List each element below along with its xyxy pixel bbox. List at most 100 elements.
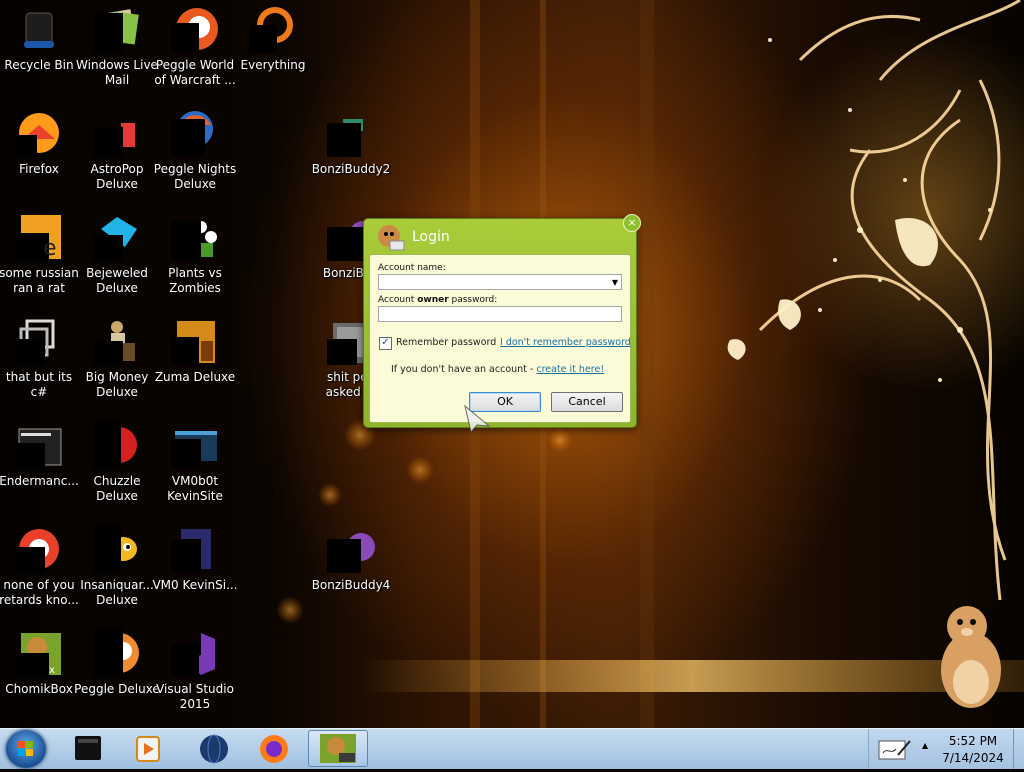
login-dialog: Login × Account name: ▼ Account owner pa… xyxy=(363,214,641,428)
svg-text:x: x xyxy=(49,665,55,676)
icon-label: AstroPop Deluxe xyxy=(90,162,144,191)
peggle-icon xyxy=(171,8,218,53)
account-name-combobox[interactable]: ▼ xyxy=(378,274,622,290)
desktop-icon-vm0-kevinsite[interactable]: VM0 KevinSi... xyxy=(152,520,238,620)
desktop-icon-peggle-nights[interactable]: Peggle Nights Deluxe xyxy=(154,104,236,204)
desktop-icon-bonzibuddy4[interactable]: BonziBuddy4 xyxy=(312,520,390,620)
desktop-icon-zuma[interactable]: Zuma Deluxe xyxy=(155,312,235,412)
desktop-icon-bonzibuddy2[interactable]: BonziBuddy2 xyxy=(312,104,390,204)
show-desktop-button[interactable] xyxy=(1013,729,1024,769)
chomikbox-icon xyxy=(320,734,356,763)
icon-label: Peggle Nights Deluxe xyxy=(153,162,237,191)
taskbar: ▲ 5:52 PM 7/14/2024 xyxy=(0,728,1024,769)
desktop-icon-that-but-its-csharp[interactable]: that but its c# xyxy=(0,312,78,412)
desktop-icon-visual-studio[interactable]: Visual Studio 2015 xyxy=(156,624,234,724)
handwriting-icon[interactable] xyxy=(878,737,912,761)
file-icon xyxy=(171,529,211,573)
icon-label: none of you retards kno... xyxy=(0,578,79,607)
remember-password-checkbox[interactable]: ✓ xyxy=(379,337,392,350)
remember-password-label: Remember password xyxy=(396,337,497,348)
no-account-text: If you don't have an account - create it… xyxy=(391,364,605,375)
icon-label: Endermanc... xyxy=(0,474,79,488)
desktop-icon-astropop[interactable]: AstroPop Deluxe xyxy=(78,104,156,204)
icon-label: Peggle World of Warcraft ... xyxy=(154,58,236,87)
folder-icon xyxy=(171,431,217,469)
icon-label: Recycle Bin xyxy=(4,58,74,72)
icon-label: Everything xyxy=(240,58,306,72)
bonzi-icon xyxy=(327,119,363,157)
start-orb-icon[interactable] xyxy=(6,730,46,768)
icon-label: Windows Live Mail xyxy=(76,58,158,87)
desktop-icon-big-money[interactable]: Big Money Deluxe xyxy=(78,312,156,412)
clock-date[interactable]: 7/14/2024 xyxy=(933,751,1013,765)
peggle-icon xyxy=(93,629,139,677)
desktop-icon-none-of-you[interactable]: none of you retards kno... xyxy=(0,520,79,620)
mail-icon xyxy=(93,9,139,53)
windows-logo xyxy=(18,741,33,756)
password-label: Account owner password: xyxy=(378,295,498,305)
icon-label: VM0b0t KevinSite xyxy=(167,474,223,503)
desktop-icon-insaniquarium[interactable]: Insaniquar... Deluxe xyxy=(78,520,156,620)
desktop-icon-everything[interactable]: Everything xyxy=(234,0,312,100)
desktop-icon-firefox[interactable]: Firefox xyxy=(0,104,78,204)
icon-label: VM0 KevinSi... xyxy=(152,578,238,592)
hamster-mascot xyxy=(941,606,1001,708)
desktop: Recycle Bin Firefox e some russian ran a… xyxy=(0,0,1024,728)
chuzzle-icon xyxy=(93,421,137,469)
show-hidden-icons-arrow[interactable]: ▲ xyxy=(922,741,928,750)
peggle-icon xyxy=(171,111,213,157)
shortcut-file-icon xyxy=(15,319,55,365)
icon-label: Peggle Deluxe xyxy=(74,682,160,696)
desktop-icon-chomikbox[interactable]: x ChomikBox xyxy=(0,624,78,724)
cancel-button[interactable]: Cancel xyxy=(551,392,623,412)
close-icon[interactable]: × xyxy=(623,214,641,232)
desktop-icon-peggle-wow[interactable]: Peggle World of Warcraft ... xyxy=(154,0,236,100)
icon-label: Plants vs Zombies xyxy=(168,266,222,295)
icon-label: Visual Studio 2015 xyxy=(156,682,234,711)
taskbar-button-media-player[interactable] xyxy=(122,730,174,767)
create-account-link[interactable]: create it here! xyxy=(536,364,604,375)
icon-label: some russian ran a rat xyxy=(0,266,79,295)
flower-icon xyxy=(171,221,217,261)
icon-label: BonziBuddy4 xyxy=(311,578,391,592)
desktop-icon-windows-live-mail[interactable]: Windows Live Mail xyxy=(76,0,158,100)
search-app-icon xyxy=(249,7,293,53)
password-field[interactable] xyxy=(378,306,622,322)
icon-label: Insaniquar... Deluxe xyxy=(80,578,154,607)
desktop-icon-plants-vs-zombies[interactable]: Plants vs Zombies xyxy=(156,208,234,308)
bonzi-icon xyxy=(327,533,375,573)
taskbar-button-firefox[interactable] xyxy=(248,730,300,767)
desktop-icon-chuzzle[interactable]: Chuzzle Deluxe xyxy=(78,416,156,516)
desktop-icon-bejeweled[interactable]: Bejeweled Deluxe xyxy=(78,208,156,308)
icon-label: Chuzzle Deluxe xyxy=(93,474,141,503)
recycle-bin-icon xyxy=(24,12,54,48)
desktop-icon-vm0b0t[interactable]: VM0b0t KevinSite xyxy=(156,416,234,516)
big-money-icon xyxy=(93,321,135,365)
zuma-icon xyxy=(171,321,215,365)
svg-text:e: e xyxy=(43,236,57,261)
taskbar-button-chomikbox[interactable] xyxy=(308,730,368,767)
mouse-cursor xyxy=(464,404,491,434)
icon-label: Zuma Deluxe xyxy=(154,370,236,384)
dialog-title: Login xyxy=(412,229,450,245)
desktop-icon-some-russian[interactable]: e some russian ran a rat xyxy=(0,208,79,308)
icon-label: Big Money Deluxe xyxy=(85,370,149,399)
recycle-bin-icon xyxy=(75,736,101,760)
forgot-password-link[interactable]: I don't remember password xyxy=(500,337,631,348)
desktop-icon-recycle-bin[interactable]: Recycle Bin xyxy=(0,0,78,100)
visual-studio-icon xyxy=(171,633,215,677)
chevron-down-icon[interactable]: ▼ xyxy=(612,275,618,290)
taskbar-button-recycle-bin[interactable] xyxy=(62,730,114,767)
taskbar-button-globe[interactable] xyxy=(188,730,240,767)
fish-icon xyxy=(93,525,137,573)
icon-label: BonziBuddy2 xyxy=(311,162,391,176)
rat-file-icon: e xyxy=(15,215,61,261)
account-name-label: Account name: xyxy=(378,263,446,273)
desktop-icon-endermanc[interactable]: Endermanc... xyxy=(0,416,79,516)
icon-label: ChomikBox xyxy=(5,682,73,696)
clock-time[interactable]: 5:52 PM xyxy=(933,734,1013,748)
login-form-panel: Account name: ▼ Account owner password: … xyxy=(369,254,631,423)
desktop-icon-peggle-deluxe[interactable]: Peggle Deluxe xyxy=(74,624,160,724)
gem-icon xyxy=(93,217,137,261)
astropop-icon xyxy=(93,123,135,157)
